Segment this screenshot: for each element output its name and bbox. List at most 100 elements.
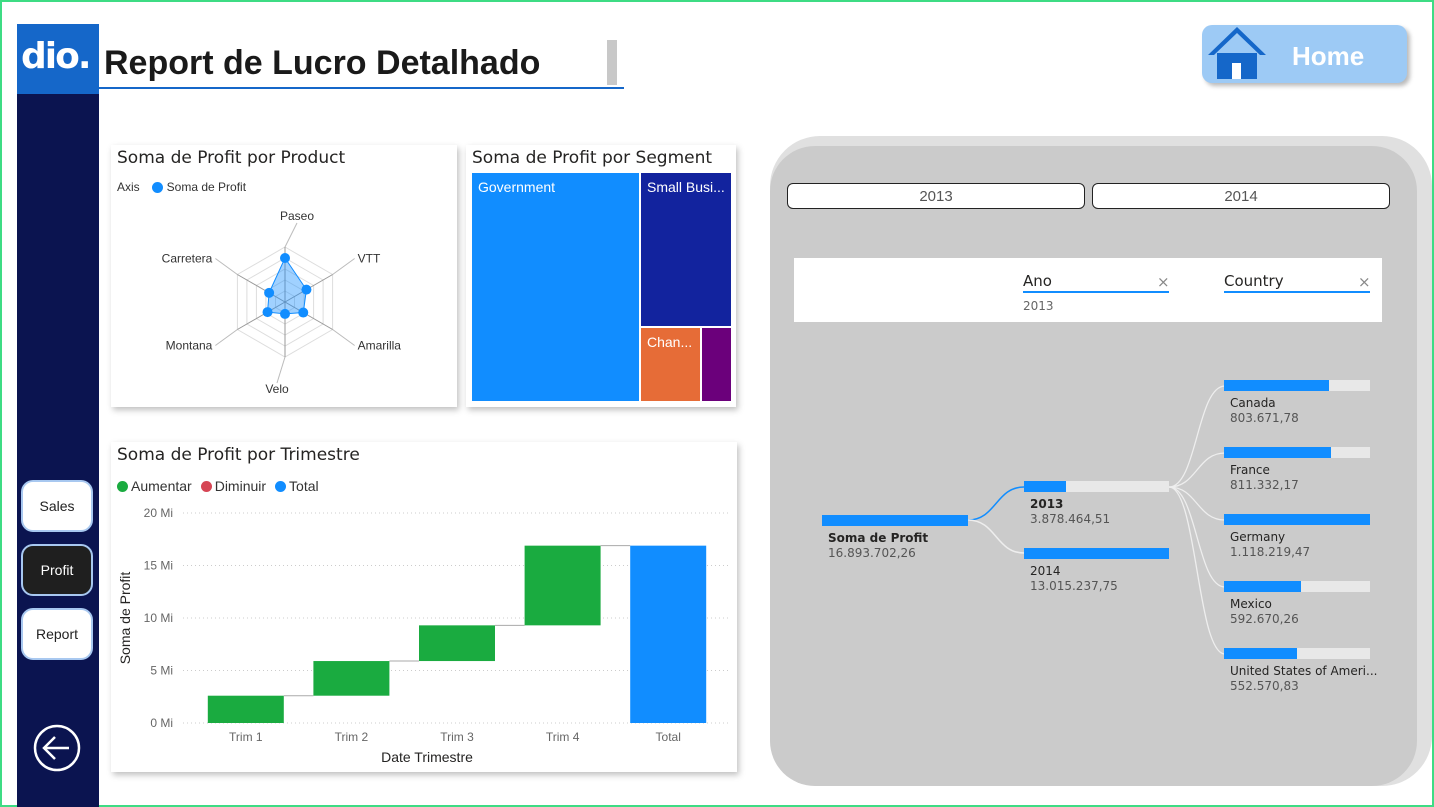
country-node-value: 592.670,26 xyxy=(1230,612,1299,626)
year-node-value: 3.878.464,51 xyxy=(1030,512,1111,526)
treemap-tile-other[interactable] xyxy=(702,328,731,401)
country-node-value: 811.332,17 xyxy=(1230,478,1299,492)
waterfall-chart: 0 Mi 5 Mi 10 Mi 15 Mi 20 Mi Trim 1 Trim 2 Trim … xyxy=(117,506,731,765)
radar-category-label: Amarilla xyxy=(358,339,402,353)
nav-sales-button[interactable]: Sales xyxy=(21,480,93,532)
radar-category-label: Carretera xyxy=(162,252,213,266)
waterfall-x-tick: Total xyxy=(656,730,681,744)
waterfall-chart-card: Soma de Profit por Trimestre Aumentar Di… xyxy=(111,442,737,772)
waterfall-x-tick: Trim 3 xyxy=(440,730,474,744)
country-node-label: Mexico xyxy=(1230,597,1272,611)
country-node-label: Germany xyxy=(1230,530,1286,544)
radar-series-area xyxy=(266,256,307,315)
radar-chart: Paseo VTT Amarilla Velo Montana Carretera xyxy=(162,209,402,396)
waterfall-x-axis-title: Date Trimestre xyxy=(381,749,473,765)
radar-label-leader xyxy=(332,329,355,346)
country-node-label: Canada xyxy=(1230,396,1276,410)
radar-category-label: Montana xyxy=(166,339,213,353)
country-node-label: France xyxy=(1230,463,1270,477)
radar-category-label: Velo xyxy=(265,382,289,396)
treemap-chart-title: Soma de Profit por Segment xyxy=(472,148,713,168)
treemap-chart-card: Soma de Profit por Segment Government Sm… xyxy=(466,145,736,407)
country-node-label: United States of Ameri... xyxy=(1230,664,1378,678)
radar-label-leader xyxy=(276,356,286,384)
country-node-bar-track[interactable] xyxy=(1224,581,1370,592)
right-panel xyxy=(770,146,1417,786)
slicer-2013-button[interactable]: 2013 xyxy=(787,183,1085,209)
decomposition-filter-bar: Ano × 2013 Country × xyxy=(794,258,1382,322)
country-node-bar-track[interactable] xyxy=(1224,648,1370,659)
root-node-value: 16.893.702,26 xyxy=(828,546,916,560)
country-node-bar-track[interactable] xyxy=(1224,447,1370,458)
year-node-label: 2013 xyxy=(1030,497,1064,511)
radar-data-point[interactable] xyxy=(280,308,290,319)
filter-ano-clear-icon[interactable]: × xyxy=(1157,273,1170,291)
nav-profit-button[interactable]: Profit xyxy=(21,544,93,596)
waterfall-y-tick: 20 Mi xyxy=(144,506,173,520)
treemap-tile-small-business[interactable]: Small Busi... xyxy=(641,173,731,326)
filter-country-label: Country xyxy=(1224,272,1284,290)
waterfall-bar[interactable] xyxy=(207,695,284,723)
waterfall-bar[interactable] xyxy=(630,545,707,723)
country-node-bar-fill xyxy=(1224,581,1302,592)
nav-report-button[interactable]: Report xyxy=(21,608,93,660)
radar-data-point[interactable] xyxy=(262,307,273,318)
radar-data-point[interactable] xyxy=(280,253,290,263)
year-node-value: 13.015.237,75 xyxy=(1030,579,1118,593)
root-node-bar-fill xyxy=(822,515,968,526)
back-arrow-icon[interactable] xyxy=(33,724,81,772)
year-node-label: 2014 xyxy=(1030,564,1061,578)
waterfall-x-tick: Trim 1 xyxy=(229,730,263,744)
radar-category-label: VTT xyxy=(358,252,381,266)
title-divider xyxy=(607,40,617,85)
country-node-bar-track[interactable] xyxy=(1224,514,1370,525)
sidebar xyxy=(17,24,99,807)
waterfall-x-tick: Trim 2 xyxy=(335,730,369,744)
radar-chart-card: Soma de Profit por Product Axis Soma de … xyxy=(111,145,457,407)
logo: dio. xyxy=(17,24,99,94)
waterfall-bar[interactable] xyxy=(313,661,390,696)
country-node-bar-fill xyxy=(1224,648,1297,659)
country-node-value: 803.671,78 xyxy=(1230,411,1299,425)
country-node-bar-fill xyxy=(1224,447,1331,458)
logo-text: dio. xyxy=(21,36,92,77)
country-node-bar-track[interactable] xyxy=(1224,380,1370,391)
filter-ano-value: 2013 xyxy=(1023,299,1054,313)
root-node-bar-track[interactable] xyxy=(822,515,968,526)
treemap-tile-channel[interactable]: Chan... xyxy=(641,328,700,401)
filter-ano-underline xyxy=(1023,291,1169,293)
radar-label-leader xyxy=(332,258,355,275)
home-button[interactable]: Home xyxy=(1202,25,1407,83)
home-icon xyxy=(1208,27,1266,79)
year-node-bar-fill xyxy=(1024,548,1169,559)
year-node-bar-fill xyxy=(1024,481,1067,492)
country-node-bar-fill xyxy=(1224,380,1330,391)
waterfall-y-tick: 5 Mi xyxy=(150,664,173,678)
country-node-value: 552.570,83 xyxy=(1230,679,1299,693)
filter-country-underline xyxy=(1224,291,1370,293)
slicer-2014-button[interactable]: 2014 xyxy=(1092,183,1390,209)
radar-category-label: Paseo xyxy=(280,209,314,223)
filter-ano-label: Ano xyxy=(1023,272,1052,290)
country-node-value: 1.118.219,47 xyxy=(1230,545,1311,559)
year-node-bar-track[interactable] xyxy=(1024,548,1169,559)
radar-data-point[interactable] xyxy=(264,287,275,298)
waterfall-y-tick: 15 Mi xyxy=(144,559,173,573)
treemap-tile-government[interactable]: Government xyxy=(472,173,639,401)
radar-label-leader xyxy=(215,258,238,275)
root-node-label: Soma de Profit xyxy=(828,531,929,545)
year-node-bar-track[interactable] xyxy=(1024,481,1169,492)
radar-label-leader xyxy=(215,329,238,346)
radar-data-point[interactable] xyxy=(301,284,312,295)
filter-country-clear-icon[interactable]: × xyxy=(1358,273,1371,291)
home-label: Home xyxy=(1292,41,1365,71)
page-title: Report de Lucro Detalhado xyxy=(104,44,541,82)
waterfall-y-tick: 10 Mi xyxy=(144,611,173,625)
radar-label-leader xyxy=(284,222,298,248)
radar-data-point[interactable] xyxy=(298,307,309,318)
waterfall-bar[interactable] xyxy=(419,625,495,662)
waterfall-bar[interactable] xyxy=(524,545,601,626)
title-underline xyxy=(99,87,624,89)
waterfall-y-tick: 0 Mi xyxy=(150,716,173,730)
waterfall-x-tick: Trim 4 xyxy=(546,730,580,744)
